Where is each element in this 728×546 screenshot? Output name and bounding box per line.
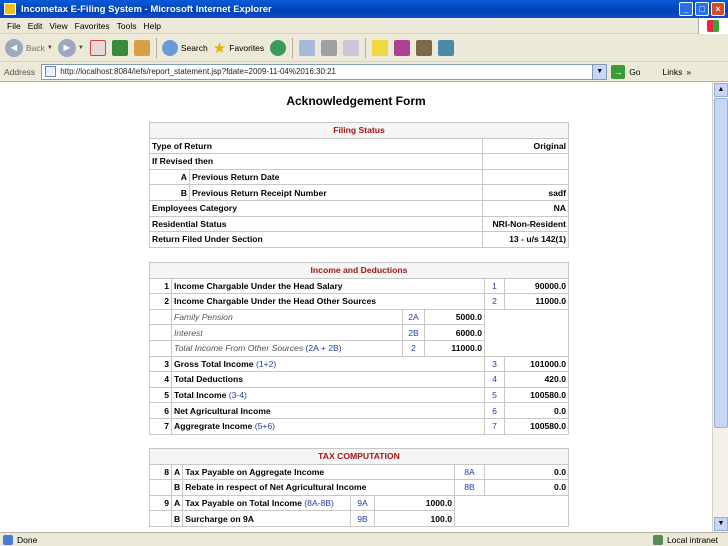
back-arrow-icon: ◄ <box>5 38 23 57</box>
menu-tools[interactable]: Tools <box>117 21 137 31</box>
security-zone: Local intranet <box>652 534 718 545</box>
go-button[interactable]: → Go <box>611 64 641 79</box>
page-done-icon <box>3 534 13 545</box>
table-row: Residential Status NRI-Non-Resident <box>149 215 569 233</box>
window-title: Incometax E-Filing System - Microsoft In… <box>21 3 272 15</box>
table-row: 1 Income Chargable Under the Head Salary… <box>149 277 569 295</box>
history-icon[interactable] <box>270 39 287 56</box>
income-deductions-table: Income and Deductions 1 Income Chargable… <box>149 262 569 435</box>
ie-app-icon <box>4 3 16 15</box>
toolbar: ◄ Back ▼ ► ▼ Search ★ Favorites <box>0 34 728 62</box>
page-title: Acknowledgement Form <box>286 94 426 108</box>
table-row: 2 Income Chargable Under the Head Other … <box>149 293 569 310</box>
page-icon <box>45 66 57 77</box>
address-url[interactable]: http://localhost:8084/iefs/report_statem… <box>60 67 592 76</box>
table-row: 5 Total Income (3-4) 5 100580.0 <box>149 386 569 404</box>
users-icon[interactable] <box>438 39 455 56</box>
table-row: Employees Category NA <box>149 199 569 217</box>
table-row: B Rebate in respect of Net Agricultural … <box>149 479 569 496</box>
tax-computation-header: TAX COMPUTATION <box>149 448 569 465</box>
windows-logo-icon <box>698 18 728 34</box>
table-row: 8 A Tax Payable on Aggregate Income 8A 0… <box>149 463 569 481</box>
stop-icon[interactable] <box>89 39 106 56</box>
income-deductions-header: Income and Deductions <box>149 262 569 279</box>
messenger-icon[interactable] <box>416 39 433 56</box>
menu-edit[interactable]: Edit <box>28 21 43 31</box>
table-row: 7 Aggregrate Income (5+6) 7 100580.0 <box>149 417 569 435</box>
table-row: B Previous Return Receipt Number sadf <box>149 184 569 201</box>
vertical-scrollbar[interactable]: ▲ ▼ <box>712 82 728 532</box>
filing-status-header: Filing Status <box>149 122 569 139</box>
table-row: If Revised then <box>149 153 569 170</box>
minimize-button[interactable]: _ <box>679 2 693 16</box>
address-label: Address <box>4 66 36 77</box>
title-bar: Incometax E-Filing System - Microsoft In… <box>0 0 728 18</box>
search-icon <box>161 39 178 56</box>
maximize-button[interactable]: □ <box>695 2 709 16</box>
address-dropdown-button[interactable]: ▼ <box>592 64 607 79</box>
mail-icon[interactable] <box>299 39 316 56</box>
menu-favorites[interactable]: Favorites <box>75 21 110 31</box>
print-icon[interactable] <box>321 39 338 56</box>
table-row: 4 Total Deductions 4 420.0 <box>149 371 569 388</box>
menu-bar: File Edit View Favorites Tools Help <box>0 18 728 34</box>
filing-status-table: Filing Status Type of Return Original If… <box>149 122 569 248</box>
tax-computation-table: TAX COMPUTATION 8 A Tax Payable on Aggre… <box>149 448 569 527</box>
forward-arrow-icon: ► <box>57 38 76 57</box>
links-button[interactable]: Links » <box>659 67 692 77</box>
status-bar: Done Local intranet <box>0 532 728 546</box>
table-row: 6 Net Agricultural Income 6 0.0 <box>149 402 569 419</box>
favorites-star-icon: ★ <box>212 39 227 57</box>
table-row: Return Filed Under Section 13 - u/s 142(… <box>149 231 569 248</box>
status-text: Done <box>17 534 38 545</box>
menu-view[interactable]: View <box>49 21 67 31</box>
table-row: Type of Return Original <box>149 137 569 155</box>
menu-file[interactable]: File <box>7 21 21 31</box>
address-input[interactable]: http://localhost:8084/iefs/report_statem… <box>41 63 608 80</box>
scroll-up-icon[interactable]: ▲ <box>714 83 728 97</box>
back-button[interactable]: ◄ Back ▼ <box>5 38 53 57</box>
research-icon[interactable] <box>394 39 411 56</box>
table-row: 3 Gross Total Income (1+2) 3 101000.0 <box>149 355 569 373</box>
refresh-icon[interactable] <box>111 39 128 56</box>
menu-help[interactable]: Help <box>143 21 160 31</box>
go-arrow-icon: → <box>611 64 626 79</box>
address-bar: Address http://localhost:8084/iefs/repor… <box>0 62 728 82</box>
intranet-icon <box>652 534 663 545</box>
table-row: 9 A Tax Payable on Total Income (8A-8B) … <box>149 494 569 527</box>
discuss-icon[interactable] <box>372 39 389 56</box>
close-button[interactable]: × <box>711 2 725 16</box>
home-icon[interactable] <box>133 39 150 56</box>
search-button[interactable]: Search <box>161 39 208 56</box>
favorites-button[interactable]: ★ Favorites <box>213 39 264 57</box>
scroll-down-icon[interactable]: ▼ <box>714 517 728 531</box>
table-row: Family Pension 2A 5000.0 <box>149 308 569 357</box>
page-viewport: Acknowledgement Form Filing Status Type … <box>0 82 712 532</box>
forward-button[interactable]: ► ▼ <box>57 38 84 57</box>
edit-icon[interactable] <box>343 39 360 56</box>
scroll-thumb[interactable] <box>714 98 728 428</box>
table-row: A Previous Return Date <box>149 168 569 186</box>
